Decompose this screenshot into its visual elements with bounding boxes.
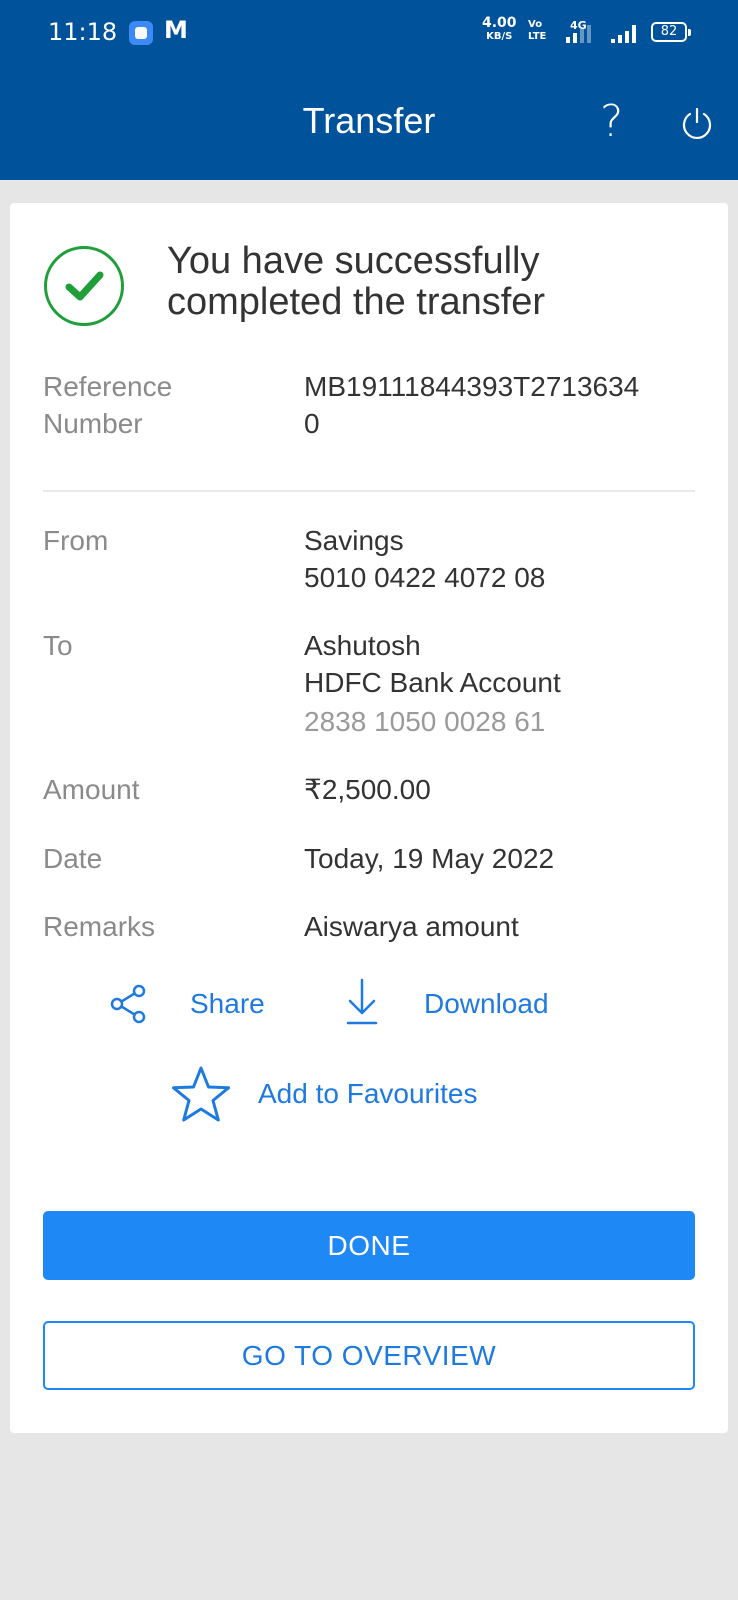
remarks-label: Remarks (43, 911, 156, 942)
app-header: 11:18 M 4.00 KB/S Vo LTE 4G 82 Transfer … (0, 0, 738, 180)
check-circle-icon (44, 246, 124, 326)
from-label: From (43, 525, 109, 556)
done-button[interactable]: DONE (43, 1211, 695, 1280)
to-value: Ashutosh HDFC Bank Account 2838 1050 002… (304, 627, 704, 740)
payee-bank: HDFC Bank Account (304, 667, 561, 698)
reference-label: Reference Number (43, 371, 173, 439)
reference-value: MB19111844393T2713634 0 (304, 371, 640, 439)
network-speed: 4.00 KB/S (482, 15, 517, 42)
download-button[interactable]: Download (424, 985, 549, 1022)
amount-label: Amount (43, 774, 140, 805)
signal-strength-sim1-icon (566, 23, 596, 43)
page-title: Transfer (302, 100, 436, 141)
gmail-icon: M (164, 16, 188, 44)
payee-account-number: 2838 1050 0028 61 (304, 706, 546, 737)
amount-value: ₹2,500.00 (304, 774, 431, 805)
from-account-number: 5010 0422 4072 08 (304, 562, 546, 593)
battery-icon: 82 (651, 22, 691, 42)
help-icon[interactable]: ? (600, 96, 623, 148)
success-message: You have successfully completed the tran… (167, 240, 546, 323)
from-account-type: Savings (304, 525, 404, 556)
share-button[interactable]: Share (190, 985, 265, 1022)
to-label: To (43, 630, 73, 661)
go-to-overview-button[interactable]: GO TO OVERVIEW (43, 1321, 695, 1390)
add-to-favourites-button[interactable]: Add to Favourites (258, 1075, 477, 1112)
from-value: Savings 5010 0422 4072 08 (304, 522, 704, 596)
volte-indicator: Vo LTE (528, 19, 547, 42)
star-icon[interactable] (170, 1065, 232, 1125)
status-bar: 11:18 M 4.00 KB/S Vo LTE 4G 82 (0, 0, 738, 66)
payee-name: Ashutosh (304, 630, 421, 661)
divider (43, 490, 695, 492)
power-icon[interactable] (680, 106, 714, 140)
share-icon[interactable] (109, 983, 149, 1025)
signal-strength-sim2-icon (611, 23, 641, 43)
remarks-value: Aiswarya amount (304, 911, 519, 942)
date-value: Today, 19 May 2022 (304, 843, 555, 874)
status-time: 11:18 (48, 18, 118, 46)
date-label: Date (43, 843, 103, 874)
download-icon[interactable] (345, 978, 379, 1026)
notification-app-icon (129, 21, 153, 45)
transfer-confirmation-card: You have successfully completed the tran… (10, 203, 728, 1433)
